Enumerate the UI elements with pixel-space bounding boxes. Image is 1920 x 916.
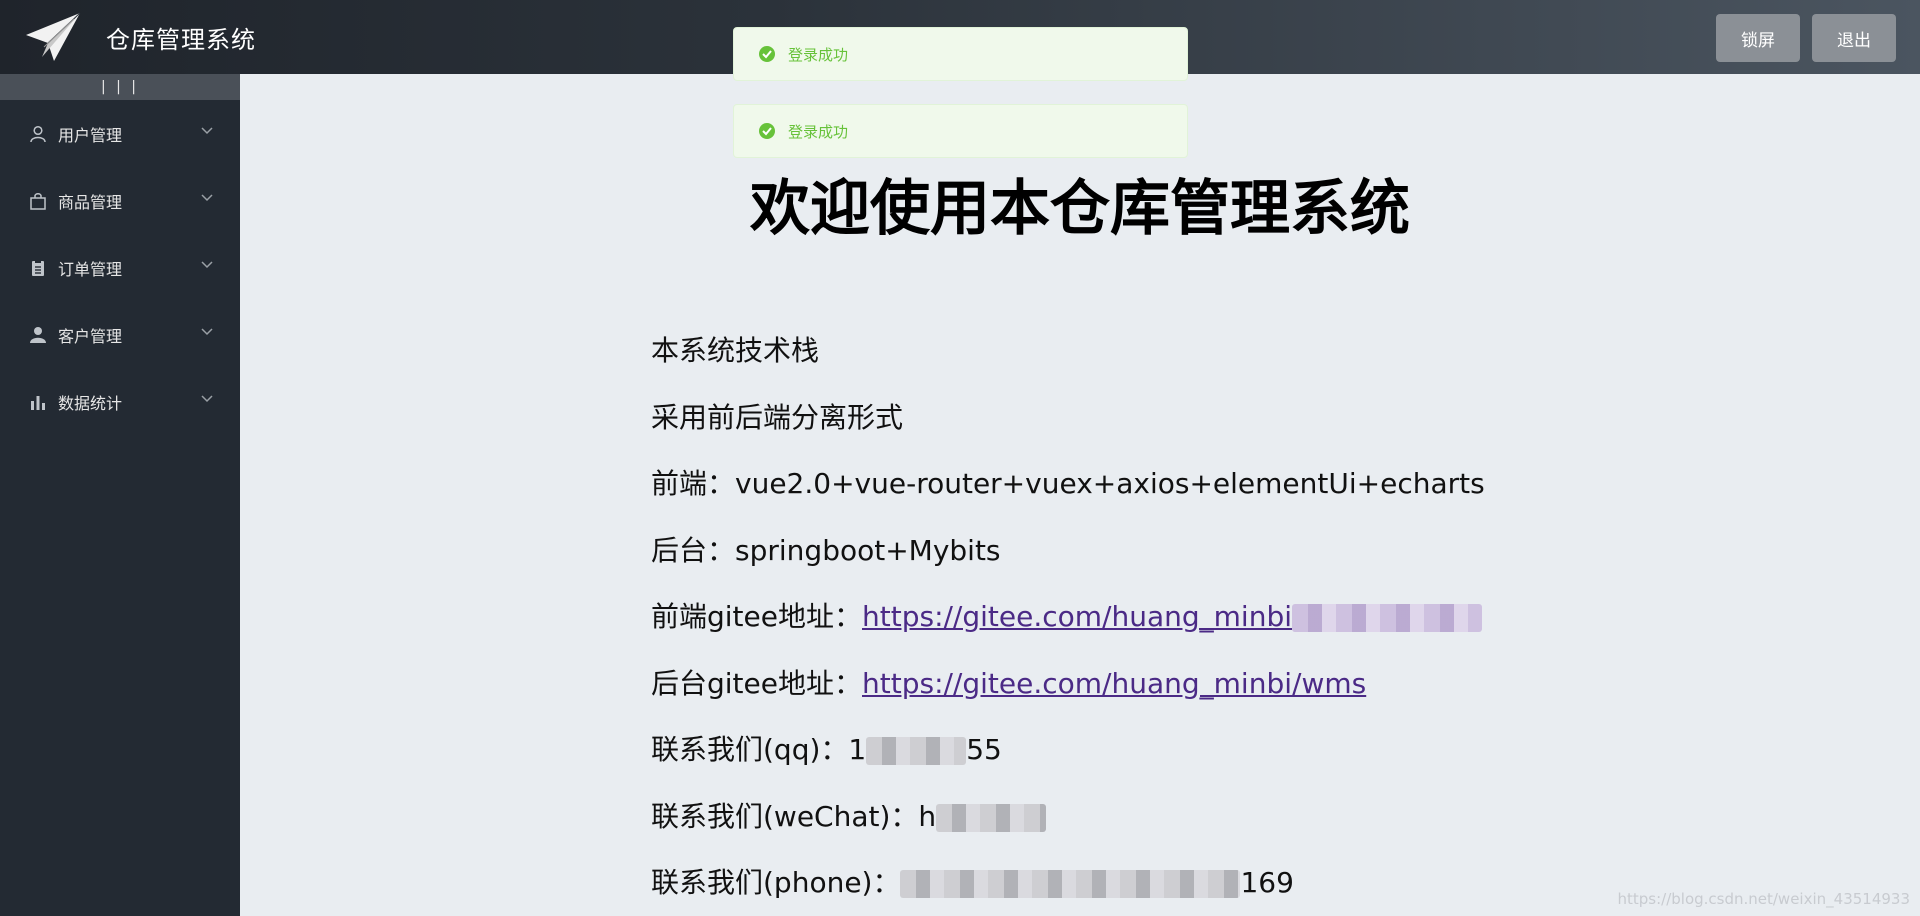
frontend-repo-link[interactable]: https://gitee.com/huang_minbi	[862, 600, 1292, 633]
check-circle-icon	[759, 123, 775, 139]
sidebar-item-label: 订单管理	[58, 259, 123, 279]
frontend-repo-line: 前端gitee地址：https://gitee.com/huang_minbi	[651, 584, 1485, 651]
app-title: 仓库管理系统	[106, 25, 256, 54]
sidebar-item-data-statistics[interactable]: 数据统计	[0, 368, 240, 435]
redacted-text	[900, 870, 1241, 898]
redacted-text	[1292, 604, 1483, 632]
lock-screen-button[interactable]: 锁屏	[1716, 14, 1800, 62]
logout-button[interactable]: 退出	[1812, 14, 1896, 62]
sidebar-item-label: 客户管理	[58, 326, 123, 346]
contact-qq-tail: 55	[966, 733, 1002, 766]
backend-value: springboot+Mybits	[735, 533, 1001, 567]
sidebar-item-user-management[interactable]: 用户管理	[0, 100, 240, 167]
frontend-label: 前端：	[651, 467, 736, 500]
frontend-repo-label: 前端gitee地址：	[651, 600, 862, 633]
sidebar-item-product-management[interactable]: 商品管理	[0, 167, 240, 234]
success-toast: 登录成功	[733, 27, 1188, 81]
contact-phone-line: 联系我们(phone)： 169	[651, 850, 1485, 916]
contact-wechat-line: 联系我们(weChat)：h	[651, 784, 1485, 851]
backend-label: 后台：	[651, 533, 736, 567]
contact-phone-tail: 169	[1240, 866, 1294, 899]
contact-qq-partial: 1	[848, 733, 867, 766]
contact-qq-label: 联系我们(qq)：	[651, 733, 849, 766]
sidebar-item-customer-management[interactable]: 客户管理	[0, 301, 240, 368]
backend-repo-link[interactable]: https://gitee.com/huang_minbi	[862, 667, 1292, 700]
backend-line: 后台：springboot+Mybits	[651, 518, 1485, 585]
success-toast: 登录成功	[733, 104, 1188, 158]
sidebar-collapse-toggle[interactable]: | | |	[0, 74, 240, 100]
bar-chart-icon	[28, 392, 48, 412]
backend-repo-link-tail[interactable]: /wms	[1292, 667, 1366, 700]
toast-message: 登录成功	[788, 45, 849, 64]
redacted-text	[866, 737, 967, 765]
stack-heading: 本系统技术栈	[651, 334, 820, 367]
user-icon	[28, 124, 48, 144]
shopping-bag-icon	[28, 191, 48, 211]
frontend-value: vue2.0+vue-router+vuex+axios+elementUi+e…	[735, 467, 1485, 500]
sidebar-item-order-management[interactable]: 订单管理	[0, 234, 240, 301]
welcome-title: 欢迎使用本仓库管理系统	[750, 174, 1410, 244]
clipboard-icon	[28, 258, 48, 278]
contact-wechat-partial: h	[918, 799, 937, 833]
backend-repo-line: 后台gitee地址：https://gitee.com/huang_minbi/…	[651, 651, 1485, 718]
paper-plane-logo-icon	[26, 12, 81, 61]
frontend-line: 前端：vue2.0+vue-router+vuex+axios+elementU…	[651, 451, 1485, 518]
chevron-down-icon	[201, 127, 213, 135]
check-circle-icon	[759, 46, 775, 62]
info-block: 本系统技术栈 采用前后端分离形式 前端：vue2.0+vue-router+vu…	[651, 318, 1485, 916]
sidebar: | | | 用户管理 商品管理 订单管理 客户管理 数据统计	[0, 74, 240, 916]
contact-qq-line: 联系我们(qq)：1 55	[651, 717, 1485, 784]
chevron-down-icon	[201, 328, 213, 336]
contact-wechat-label: 联系我们(weChat)：	[651, 799, 919, 833]
backend-repo-label: 后台gitee地址：	[651, 666, 862, 700]
chevron-down-icon	[201, 194, 213, 202]
redacted-text	[936, 803, 1047, 832]
chevron-down-icon	[201, 261, 213, 269]
sidebar-item-label: 商品管理	[58, 192, 123, 212]
architecture-line: 采用前后端分离形式	[651, 400, 904, 434]
customer-icon	[28, 325, 48, 345]
chevron-down-icon	[201, 395, 213, 403]
sidebar-item-label: 用户管理	[58, 125, 123, 145]
contact-phone-label: 联系我们(phone)：	[651, 866, 901, 899]
watermark: https://blog.csdn.net/weixin_43514933	[1617, 890, 1910, 908]
toast-message: 登录成功	[788, 122, 849, 141]
sidebar-item-label: 数据统计	[58, 393, 123, 413]
